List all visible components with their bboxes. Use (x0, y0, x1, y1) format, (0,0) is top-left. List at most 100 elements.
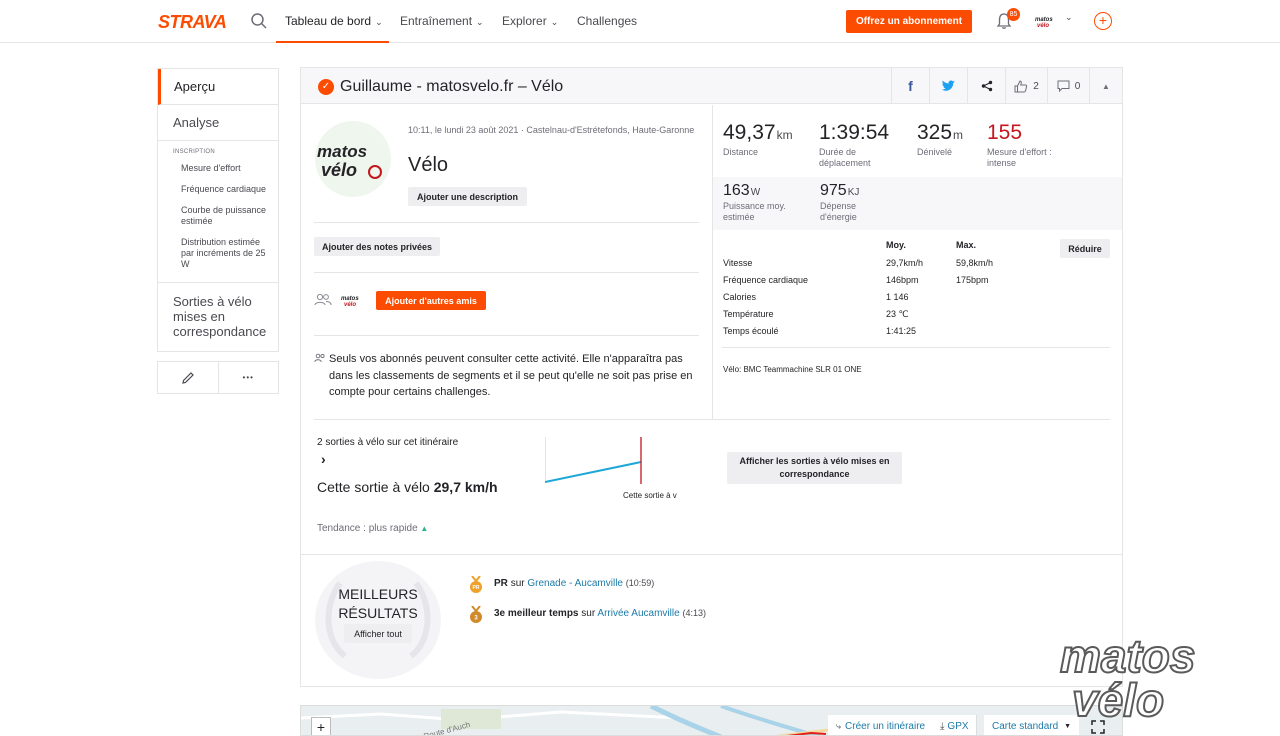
table-row-avg: 1:41:25 (886, 326, 917, 336)
nav-training[interactable]: Entraînement ⌄ (400, 14, 484, 28)
svg-text:matos: matos (317, 142, 367, 161)
stat-elevation: 325m (917, 121, 964, 144)
activity-sidebar: Aperçu Analyse INSCRIPTION Mesure d'effo… (157, 68, 279, 394)
divider (314, 335, 699, 336)
table-header-max: Max. (956, 240, 977, 250)
stat-effort[interactable]: 155 (987, 121, 1022, 145)
sidebar-section-title: INSCRIPTION (173, 149, 215, 155)
best-results-title: MEILLEURS RÉSULTATS (338, 586, 418, 621)
stat-moving-time: 1:39:54 (819, 121, 890, 144)
sidebar-subitem-power-curve[interactable]: Courbe de puissance estimée (158, 201, 278, 233)
download-icon: ⤓ (940, 720, 945, 732)
comment-icon (1057, 80, 1070, 92)
divider (314, 419, 1110, 420)
trend-line (545, 461, 642, 483)
show-all-button[interactable]: Afficher tout (344, 624, 412, 643)
nav-challenges[interactable]: Challenges (577, 14, 637, 28)
share-button[interactable] (967, 68, 1005, 104)
table-row-label: Fréquence cardiaque (723, 275, 809, 285)
table-row-max: 175bpm (956, 275, 989, 285)
top-navigation: STRAVA Tableau de bord ⌄ Entraînement ⌄ Ex… (0, 0, 1280, 43)
activity-map[interactable]: + Route d'Auch ⤷ Créer un itinéraire ⤓ GPX… (300, 705, 1123, 736)
divider (314, 222, 699, 223)
table-row-label: Temps écoulé (723, 326, 779, 336)
show-matched-rides-button[interactable]: Afficher les sorties à vélo mises en cor… (727, 452, 902, 484)
nav-dashboard[interactable]: Tableau de bord ⌄ (285, 14, 383, 28)
sidebar-menu: Aperçu Analyse INSCRIPTION Mesure d'effo… (157, 68, 279, 352)
activity-header: ✓ Guillaume - matosvelo.fr – Vélo f 2 0 … (301, 68, 1122, 104)
divider (301, 554, 1122, 555)
chevron-up-icon: ▲ (1102, 81, 1110, 91)
table-row-avg: 1 146 (886, 292, 909, 302)
group-icon (314, 293, 332, 306)
svg-text:vélo: vélo (344, 302, 356, 306)
table-row-label: Vitesse (723, 258, 753, 268)
twitter-share-button[interactable] (929, 68, 967, 104)
stat-moving-time-label: Durée de déplacement (819, 147, 871, 168)
svg-text:vélo: vélo (321, 160, 357, 180)
more-icon: ••• (242, 373, 254, 382)
collapse-button[interactable]: ▲ (1089, 68, 1122, 104)
chevron-down-icon: ⌄ (550, 17, 559, 27)
table-row-avg: 23 ℃ (886, 309, 909, 319)
sidebar-inscription-section: INSCRIPTION Mesure d'effort Fréquence ca… (158, 141, 278, 283)
zoom-in-button[interactable]: + (311, 717, 331, 735)
edit-button[interactable] (158, 362, 219, 393)
nav-explore[interactable]: Explorer ⌄ (502, 14, 558, 28)
strava-logo[interactable]: STRAVA (158, 12, 227, 33)
kudos-button[interactable]: 2 (1005, 68, 1047, 104)
sidebar-subitem-effort[interactable]: Mesure d'effort (158, 159, 278, 180)
chart-label: Cette sortie à v (623, 491, 677, 500)
stat-power: 163W (723, 182, 761, 199)
secondary-stats: 163W Puissance moy. estimée 975KJ Dépens… (713, 177, 1122, 230)
sidebar-item-matched-rides[interactable]: Sorties à vélo mises en correspondance (158, 283, 278, 351)
table-row-label: Température (723, 309, 774, 319)
add-private-notes-button[interactable]: Ajouter des notes privées (314, 237, 440, 256)
share-icon (981, 80, 992, 92)
profile-menu[interactable]: matos vélo ⌄ (1034, 12, 1074, 30)
create-route-button[interactable]: ⤷ Créer un itinéraire (828, 715, 935, 735)
segment-link[interactable]: Arrivée Aucamville (597, 608, 679, 619)
matched-count[interactable]: 2 sorties à vélo sur cet itinéraire (317, 437, 458, 448)
trend-up-icon: ▲ (420, 524, 429, 533)
chevron-down-icon: ⌄ (476, 17, 484, 27)
segment-link[interactable]: Grenade - Aucamville (527, 578, 623, 589)
sidebar-item-overview[interactable]: Aperçu (158, 69, 278, 105)
reduce-button[interactable]: Réduire (1060, 239, 1110, 258)
twitter-icon (941, 80, 955, 91)
table-row-max: 59,8km/h (956, 258, 994, 268)
add-friends-button[interactable]: Ajouter d'autres amis (376, 291, 486, 310)
sidebar-subitem-heart-rate[interactable]: Fréquence cardiaque (158, 180, 278, 201)
activity-panel: ✓ Guillaume - matosvelo.fr – Vélo f 2 0 … (300, 67, 1123, 687)
stat-power-label: Puissance moy. estimée (723, 201, 786, 222)
table-row-avg: 29,7km/h (886, 258, 924, 268)
result-item: PR sur Grenade - Aucamville (10:59) (494, 578, 655, 589)
chevron-down-icon: ⌄ (1065, 12, 1073, 22)
comment-button[interactable]: 0 (1047, 68, 1089, 104)
gpx-download-button[interactable]: ⤓ GPX (933, 715, 977, 735)
laurel-badge: MEILLEURS RÉSULTATS Afficher tout (315, 561, 441, 679)
friend-avatar[interactable]: matos vélo (341, 294, 367, 306)
bike-info[interactable]: Vélo: BMC Teammachine SLR 01 ONE (723, 365, 862, 374)
chevron-right-icon[interactable]: › (321, 451, 326, 467)
sidebar-subitem-power-distribution[interactable]: Distribution estimée par incréments de 2… (158, 233, 278, 276)
comment-count: 0 (1074, 80, 1081, 92)
route-icon: ⤷ (836, 720, 842, 731)
upload-plus-icon[interactable]: + (1094, 12, 1112, 30)
subscribe-button[interactable]: Offrez un abonnement (846, 10, 972, 33)
athlete-avatar[interactable]: matos vélo (315, 121, 391, 197)
this-ride-speed: Cette sortie à vélo 29,7 km/h (317, 479, 498, 495)
search-icon[interactable] (250, 12, 268, 30)
nav-active-indicator (276, 41, 389, 43)
table-row-label: Calories (723, 292, 757, 302)
stat-energy: 975KJ (820, 182, 860, 199)
stat-energy-label: Dépense d'énergie (820, 201, 857, 222)
activity-title: Guillaume - matosvelo.fr – Vélo (340, 78, 564, 95)
stat-elevation-label: Dénivelé (917, 147, 953, 157)
divider (722, 347, 1110, 348)
add-description-button[interactable]: Ajouter une description (408, 187, 527, 206)
matched-rides-chart[interactable]: Cette sortie à v (545, 437, 685, 505)
sidebar-item-analysis[interactable]: Analyse (158, 105, 278, 141)
more-button[interactable]: ••• (219, 362, 279, 393)
facebook-share-button[interactable]: f (891, 68, 929, 104)
